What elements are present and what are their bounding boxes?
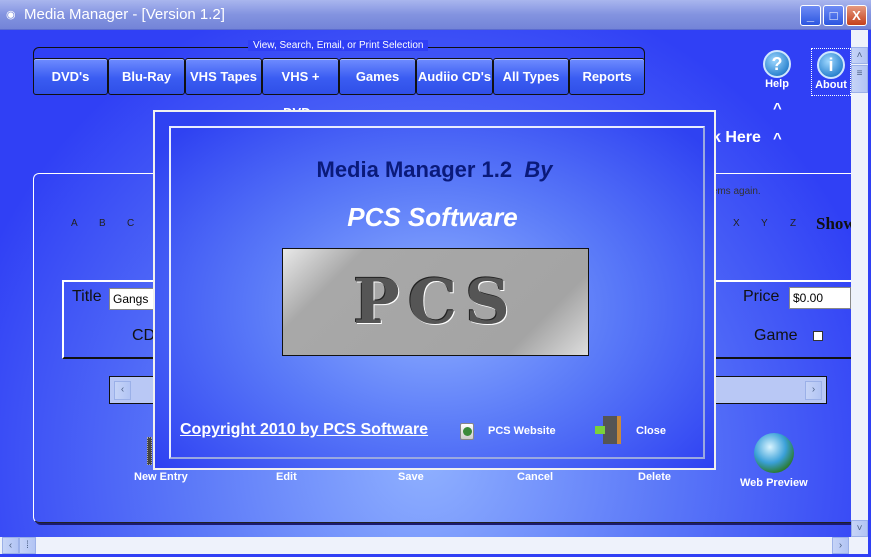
help-icon: ?	[763, 50, 791, 78]
letter-z[interactable]: Z	[790, 218, 796, 229]
window-title: Media Manager - [Version 1.2]	[24, 6, 225, 23]
letter-c[interactable]: C	[127, 218, 134, 229]
letter-a[interactable]: A	[71, 218, 78, 229]
price-input[interactable]: $0.00	[789, 287, 851, 309]
title-bar: ◉ Media Manager - [Version 1.2]	[0, 0, 871, 30]
vertical-scrollbar[interactable]: ˄ ≡ ˅	[851, 30, 868, 537]
website-icon	[460, 423, 474, 440]
copyright-link[interactable]: Copyright 2010 by PCS Software	[180, 421, 428, 439]
new-entry-button[interactable]: New Entry	[134, 471, 188, 483]
scroll-right-arrow-icon[interactable]: ›	[805, 381, 822, 400]
price-label: Price	[743, 288, 780, 305]
help-button[interactable]: ? Help	[760, 50, 794, 90]
all-types-button[interactable]: All Types	[493, 58, 569, 95]
cancel-button[interactable]: Cancel	[517, 471, 553, 483]
title-label: Title	[72, 288, 102, 305]
cd-label: CD	[132, 327, 156, 344]
click-here-link[interactable]: k Here	[712, 129, 761, 147]
help-label: Help	[765, 78, 789, 90]
game-label: Game	[754, 327, 798, 344]
vhs-tapes-button[interactable]: VHS Tapes	[185, 58, 262, 95]
dialog-heading-text: Media Manager 1.2	[316, 157, 513, 182]
hint-text: tems again.	[709, 186, 761, 197]
horizontal-scroll-thumb[interactable]: ⁞	[19, 537, 36, 554]
games-button[interactable]: Games	[339, 58, 416, 95]
close-window-button[interactable]: X	[846, 5, 867, 26]
click-here-caret: ^	[773, 130, 782, 147]
selection-group-label: View, Search, Email, or Print Selection	[248, 40, 429, 51]
show-label[interactable]: Show	[816, 214, 851, 234]
scroll-left-arrow-icon[interactable]: ‹	[114, 381, 131, 400]
app-icon: ◉	[6, 9, 16, 21]
letter-x[interactable]: X	[733, 218, 740, 229]
info-icon: i	[817, 51, 845, 79]
letter-b[interactable]: B	[99, 218, 106, 229]
web-preview-button[interactable]: Web Preview	[740, 477, 808, 489]
help-caret: ^	[773, 100, 782, 117]
dialog-heading: Media Manager 1.2 By	[155, 157, 714, 183]
scroll-right-icon[interactable]: ›	[832, 537, 849, 554]
game-checkbox[interactable]	[813, 331, 823, 341]
about-dialog: Media Manager 1.2 By PCS Software PCS Co…	[153, 110, 716, 470]
globe-icon	[754, 433, 794, 473]
pcs-logo: PCS	[282, 248, 589, 356]
vhs-dvds-button[interactable]: VHS + DVDs	[262, 58, 339, 120]
maximize-button[interactable]: □	[823, 5, 844, 26]
delete-button[interactable]: Delete	[638, 471, 671, 483]
blu-ray-button[interactable]: Blu-Ray	[108, 58, 185, 95]
audio-cds-button[interactable]: Audiio CD's	[416, 58, 493, 95]
close-dialog-button[interactable]: Close	[636, 425, 666, 437]
horizontal-scrollbar[interactable]: ‹ ⁞ ›	[0, 537, 868, 554]
scroll-left-icon[interactable]: ‹	[2, 537, 19, 554]
save-button[interactable]: Save	[398, 471, 424, 483]
dialog-heading-by: By	[524, 157, 553, 182]
edit-button[interactable]: Edit	[276, 471, 297, 483]
vertical-scroll-thumb[interactable]: ≡	[851, 65, 868, 93]
about-button[interactable]: i About	[811, 48, 851, 96]
scroll-down-arrow-icon[interactable]: ˅	[851, 520, 868, 537]
minimize-button[interactable]: _	[800, 5, 821, 26]
scroll-up-arrow-icon[interactable]: ˄	[851, 47, 868, 64]
company-name: PCS Software	[347, 202, 518, 232]
new-entry-icon	[147, 437, 152, 465]
reports-button[interactable]: Reports	[569, 58, 645, 95]
dvds-button[interactable]: DVD's	[33, 58, 108, 95]
about-label: About	[815, 79, 847, 91]
letter-y[interactable]: Y	[761, 218, 768, 229]
pcs-website-button[interactable]: PCS Website	[488, 425, 556, 437]
door-exit-icon	[595, 414, 625, 444]
